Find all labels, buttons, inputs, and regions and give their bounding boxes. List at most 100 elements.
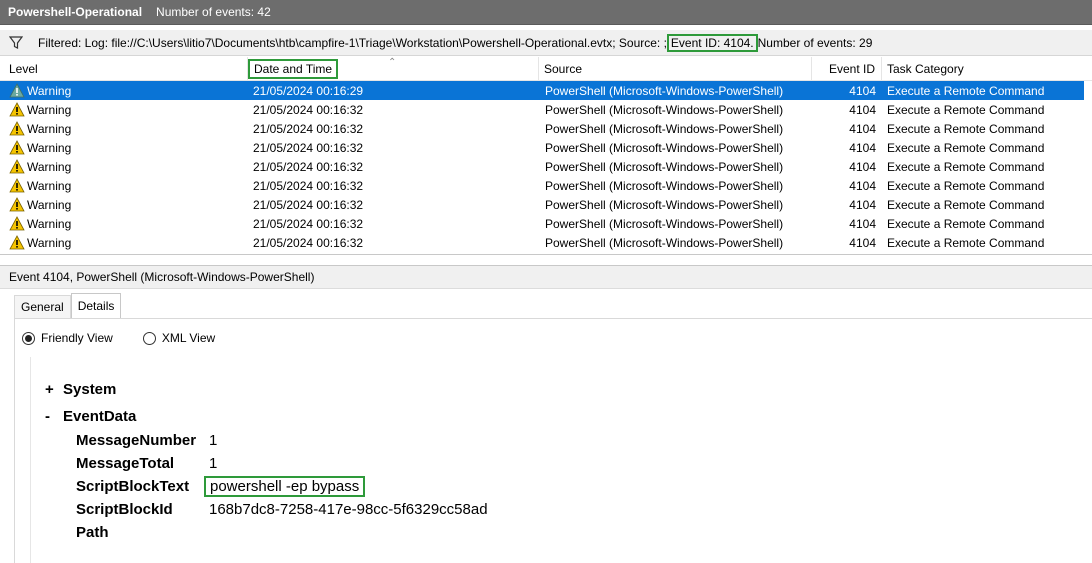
level-text: Warning [27, 216, 72, 231]
warning-icon [9, 140, 25, 155]
table-row[interactable]: Warning 21/05/2024 00:16:32 PowerShell (… [0, 214, 1092, 233]
table-row[interactable]: Warning 21/05/2024 00:16:32 PowerShell (… [0, 195, 1092, 214]
field-name: MessageNumber [76, 432, 197, 449]
warning-icon [9, 159, 25, 174]
field-message-number: MessageNumber 1 [76, 429, 217, 452]
level-text: Warning [27, 197, 72, 212]
source-cell: PowerShell (Microsoft-Windows-PowerShell… [545, 216, 784, 231]
column-header-level[interactable]: Level [4, 57, 248, 81]
expand-icon[interactable]: + [45, 381, 63, 398]
task-category-cell: Execute a Remote Command [887, 121, 1045, 136]
task-category-cell: Execute a Remote Command [887, 216, 1045, 231]
radio-label: Friendly View [41, 331, 113, 345]
xml-view-radio[interactable]: XML View [142, 331, 216, 345]
warning-icon [9, 102, 25, 117]
filter-text: Filtered: Log: file://C:\Users\litio7\Do… [38, 35, 667, 50]
column-header-event-id[interactable]: Event ID [812, 57, 882, 81]
date-cell: 21/05/2024 00:16:32 [253, 121, 364, 136]
table-row[interactable]: Warning 21/05/2024 00:16:32 PowerShell (… [0, 138, 1092, 157]
source-cell: PowerShell (Microsoft-Windows-PowerShell… [545, 197, 784, 212]
source-cell: PowerShell (Microsoft-Windows-PowerShell… [545, 159, 784, 174]
tree-node-system[interactable]: + System [45, 379, 116, 399]
field-name: Path [76, 524, 109, 541]
event-id-cell: 4104 [849, 102, 876, 117]
task-category-cell: Execute a Remote Command [887, 102, 1045, 117]
field-value: 168b7dc8-7258-417e-98cc-5f6329cc58ad [209, 501, 488, 518]
date-cell: 21/05/2024 00:16:32 [253, 197, 364, 212]
task-category-cell: Execute a Remote Command [887, 83, 1045, 98]
detail-tabs: General Details [14, 293, 122, 318]
level-text: Warning [27, 159, 72, 174]
task-category-cell: Execute a Remote Command [887, 140, 1045, 155]
event-id-cell: 4104 [849, 140, 876, 155]
collapse-icon[interactable]: - [45, 408, 63, 425]
warning-icon [9, 83, 25, 98]
radio-label: XML View [161, 331, 216, 345]
filter-count: Number of events: 29 [757, 35, 873, 50]
level-cell: Warning [9, 195, 71, 214]
event-count: Number of events: 42 [156, 5, 271, 19]
field-value: 1 [209, 455, 218, 472]
level-cell: Warning [9, 157, 71, 176]
table-row[interactable]: Warning 21/05/2024 00:16:32 PowerShell (… [0, 233, 1092, 252]
level-text: Warning [27, 102, 72, 117]
warning-icon [9, 178, 25, 193]
table-row[interactable]: Warning 21/05/2024 00:16:32 PowerShell (… [0, 176, 1092, 195]
field-value-highlighted: powershell -ep bypass [204, 476, 366, 497]
column-header-source[interactable]: Source [539, 57, 812, 81]
column-label: Source [544, 62, 583, 76]
table-row[interactable]: Warning 21/05/2024 00:16:29 PowerShell (… [0, 81, 1084, 100]
grid-header: Level Date and Time ⌃ Source Event ID Ta… [0, 57, 1092, 81]
source-cell: PowerShell (Microsoft-Windows-PowerShell… [545, 83, 784, 98]
event-id-cell: 4104 [849, 121, 876, 136]
level-text: Warning [27, 140, 72, 155]
field-name: ScriptBlockId [76, 501, 173, 518]
level-cell: Warning [9, 100, 71, 119]
event-id-cell: 4104 [849, 235, 876, 250]
table-row[interactable]: Warning 21/05/2024 00:16:32 PowerShell (… [0, 119, 1092, 138]
event-id-cell: 4104 [849, 178, 876, 193]
event-detail-title: Event 4104, PowerShell (Microsoft-Window… [0, 265, 1092, 289]
warning-icon [9, 197, 25, 212]
date-cell: 21/05/2024 00:16:32 [253, 102, 364, 117]
warning-icon [9, 216, 25, 231]
level-cell: Warning [9, 214, 71, 233]
filter-event-id-highlight: Event ID: 4104. [666, 33, 758, 52]
radio-unchecked-icon [142, 331, 156, 345]
task-category-cell: Execute a Remote Command [887, 235, 1045, 250]
level-text: Warning [27, 83, 72, 98]
column-label: Event ID [828, 62, 875, 76]
friendly-view-radio[interactable]: Friendly View [22, 331, 113, 345]
filter-icon [8, 35, 24, 51]
tree-node-eventdata[interactable]: - EventData [45, 406, 136, 426]
task-category-cell: Execute a Remote Command [887, 159, 1045, 174]
source-cell: PowerShell (Microsoft-Windows-PowerShell… [545, 121, 784, 136]
view-mode-radios: Friendly View XML View [22, 330, 245, 346]
level-cell: Warning [9, 119, 71, 138]
event-detail-title-text: Event 4104, PowerShell (Microsoft-Window… [9, 270, 315, 284]
filter-bar: Filtered: Log: file://C:\Users\litio7\Do… [0, 30, 1092, 56]
warning-icon [9, 235, 25, 250]
log-title-bar: Powershell-Operational Number of events:… [0, 0, 1092, 25]
date-cell: 21/05/2024 00:16:29 [253, 83, 364, 98]
sort-ascending-icon: ⌃ [388, 57, 397, 68]
field-name: ScriptBlockText [76, 478, 190, 495]
event-rows: Warning 21/05/2024 00:16:29 PowerShell (… [0, 81, 1092, 252]
level-cell: Warning [9, 138, 71, 157]
tab-details[interactable]: Details [70, 293, 122, 318]
tab-general[interactable]: General [14, 295, 71, 318]
field-script-block-text: ScriptBlockText powershell -ep bypass [76, 475, 366, 498]
tree-node-label: EventData [63, 407, 137, 425]
table-row[interactable]: Warning 21/05/2024 00:16:32 PowerShell (… [0, 100, 1092, 119]
level-text: Warning [27, 178, 72, 193]
source-cell: PowerShell (Microsoft-Windows-PowerShell… [545, 178, 784, 193]
warning-icon [9, 121, 25, 136]
column-label: Date and Time [248, 59, 339, 79]
field-script-block-id: ScriptBlockId 168b7dc8-7258-417e-98cc-5f… [76, 498, 488, 521]
date-cell: 21/05/2024 00:16:32 [253, 140, 364, 155]
column-header-task-category[interactable]: Task Category [882, 57, 1092, 81]
field-message-total: MessageTotal 1 [76, 452, 217, 475]
level-text: Warning [27, 121, 72, 136]
field-path: Path [76, 521, 209, 544]
table-row[interactable]: Warning 21/05/2024 00:16:32 PowerShell (… [0, 157, 1092, 176]
